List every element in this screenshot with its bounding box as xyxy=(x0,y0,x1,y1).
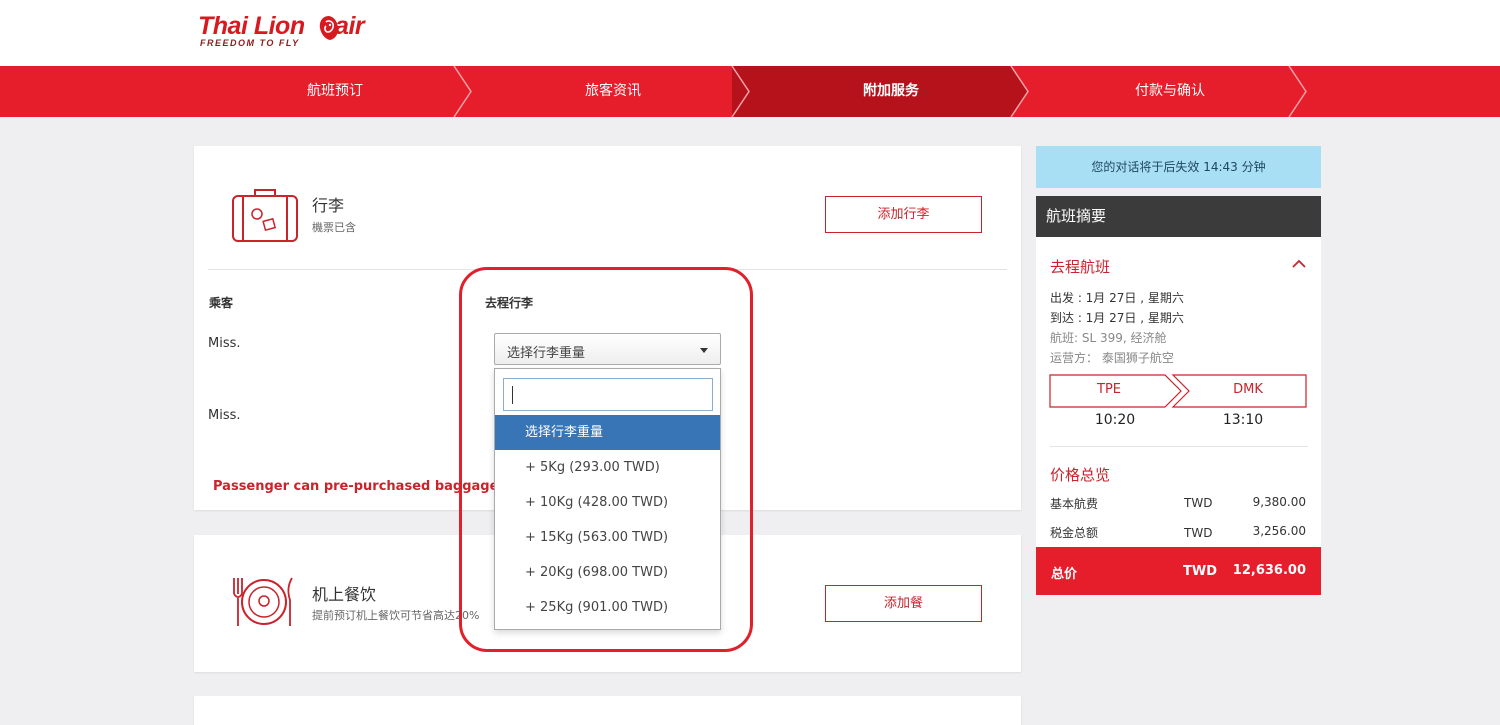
passenger-name-2: Miss. xyxy=(208,408,241,423)
arrival-time: 13:10 xyxy=(1222,412,1264,428)
add-baggage-button[interactable]: 添加行李 xyxy=(825,196,982,233)
passenger-name-1: Miss. xyxy=(208,336,241,351)
origin-airport: TPE xyxy=(1097,382,1121,397)
session-timeout-notice: 您的对话将于后失效 14:43 分钟 xyxy=(1036,146,1321,188)
total-label: 总价 xyxy=(1051,567,1078,582)
divider xyxy=(1050,446,1308,447)
destination-airport: DMK xyxy=(1233,382,1263,397)
booking-steps: 航班预订 旅客资讯 附加服务 付款与确认 xyxy=(0,66,1500,117)
chevron-up-icon[interactable] xyxy=(1292,259,1306,269)
baggage-subtitle: 機票已含 xyxy=(312,221,356,234)
base-fare-label: 基本航费 xyxy=(1050,497,1099,511)
step-add-ons[interactable]: 附加服务 xyxy=(751,66,1031,117)
lion-logo-icon xyxy=(319,16,339,40)
outbound-flight-title: 去程航班 xyxy=(1050,258,1111,276)
step-separator-icon xyxy=(1010,66,1029,117)
meal-plate-icon xyxy=(233,577,293,626)
step-separator-icon xyxy=(453,66,472,117)
total-currency: TWD xyxy=(1183,564,1217,579)
step-passenger-info[interactable]: 旅客资讯 xyxy=(473,66,753,117)
step-flight-booking[interactable]: 航班预订 xyxy=(195,66,475,117)
passenger-column-header: 乘客 xyxy=(209,296,234,310)
step-separator-icon xyxy=(731,66,750,117)
arrival-date: 到达 : 1月 27日 , 星期六 xyxy=(1050,311,1184,325)
next-service-card xyxy=(194,696,1021,725)
site-header: Thai Lion air FREEDOM TO FLY xyxy=(0,0,1500,66)
base-fare-amount: 9,380.00 xyxy=(1252,495,1306,509)
suitcase-icon xyxy=(232,189,298,242)
departure-time: 10:20 xyxy=(1094,412,1136,428)
departure-date: 出发 : 1月 27日 , 星期六 xyxy=(1050,291,1184,305)
taxes-amount: 3,256.00 xyxy=(1252,524,1306,538)
taxes-currency: TWD xyxy=(1184,526,1213,540)
total-price-bar: 总价 TWD 12,636.00 xyxy=(1036,547,1321,595)
flight-number: 航班: SL 399, 经济舱 xyxy=(1050,331,1167,345)
step-separator-icon xyxy=(1288,66,1307,117)
highlight-annotation-ring xyxy=(459,267,753,652)
step-payment-confirm[interactable]: 付款与确认 xyxy=(1030,66,1310,117)
flight-summary-header: 航班摘要 xyxy=(1036,196,1321,237)
meal-title: 机上餐饮 xyxy=(312,585,377,604)
total-amount: 12,636.00 xyxy=(1232,563,1306,578)
price-overview-title: 价格总览 xyxy=(1050,466,1111,484)
baggage-title: 行李 xyxy=(312,196,345,215)
thai-lion-air-logo[interactable]: Thai Lion air FREEDOM TO FLY xyxy=(198,12,365,48)
operator: 运营方： 泰国狮子航空 xyxy=(1050,351,1174,365)
taxes-label: 税金总额 xyxy=(1050,526,1099,540)
add-meal-button[interactable]: 添加餐 xyxy=(825,585,982,622)
base-fare-currency: TWD xyxy=(1184,496,1213,510)
meal-subtitle: 提前预订机上餐饮可节省高达20% xyxy=(312,609,480,622)
